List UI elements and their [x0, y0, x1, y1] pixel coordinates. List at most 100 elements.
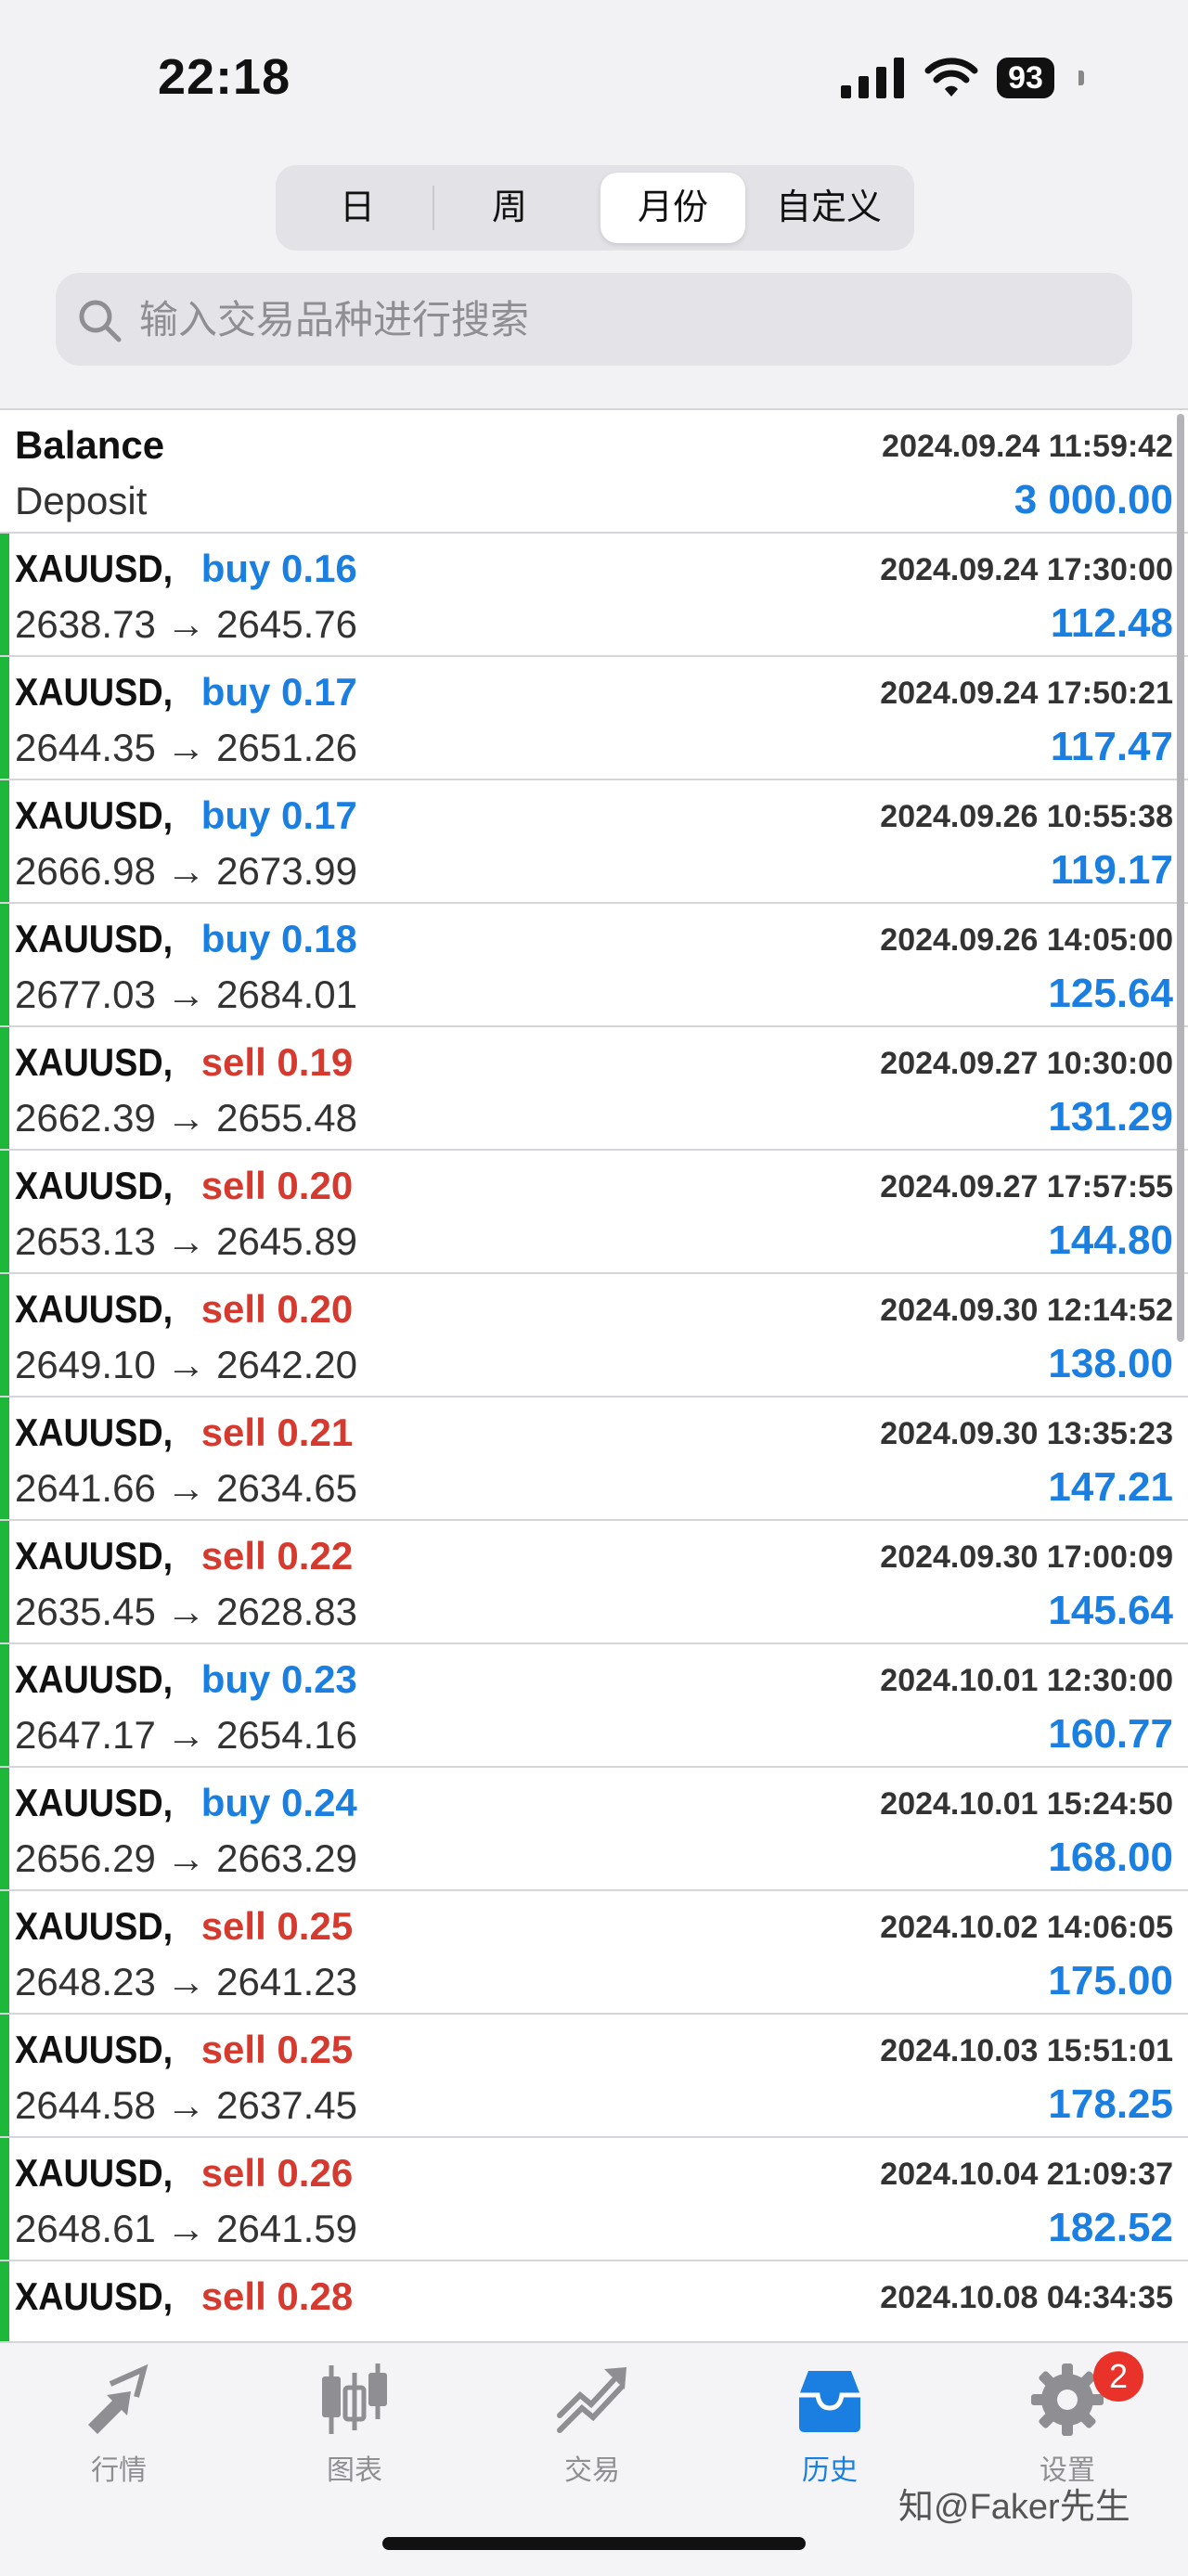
trade-symbol: XAUUSD,: [15, 1164, 174, 1207]
trade-date: 2024.09.30 13:35:23: [880, 1416, 1173, 1451]
trade-side: sell 0.19: [200, 1040, 354, 1084]
trade-profit: 131.29: [1048, 1094, 1173, 1140]
trade-side: buy 0.24: [200, 1781, 357, 1824]
search-icon: [79, 300, 122, 342]
tab-trade[interactable]: 交易: [509, 2360, 676, 2488]
tab-charts[interactable]: 图表: [271, 2360, 438, 2488]
trade-row[interactable]: XAUUSD, buy 0.18 2677.03 → 2684.01 2024.09…: [0, 904, 1188, 1027]
trade-symbol: XAUUSD,: [15, 670, 174, 714]
trade-row[interactable]: XAUUSD, buy 0.24 2656.29 → 2663.29 2024.10…: [0, 1768, 1188, 1891]
trade-symbol: XAUUSD,: [15, 2151, 174, 2195]
row-accent-bar: [0, 534, 9, 655]
tab-month[interactable]: 月份: [600, 173, 745, 243]
trade-symbol: XAUUSD,: [15, 1287, 174, 1331]
trade-icon: [557, 2367, 626, 2433]
row-accent-bar: [0, 1151, 9, 1272]
row-accent-bar: [0, 780, 9, 902]
trade-prices: 2656.29 → 2663.29: [15, 1836, 357, 1880]
tab-history[interactable]: 历史: [746, 2360, 913, 2488]
balance-subtitle: Deposit: [15, 479, 148, 522]
history-list[interactable]: Balance Deposit 2024.09.24 11:59:42 3 00…: [0, 408, 1188, 2343]
tab-label: 图表: [327, 2455, 382, 2486]
row-accent-bar: [0, 1397, 9, 1519]
trade-prices: 2638.73 → 2645.76: [15, 602, 357, 646]
row-accent-bar: [0, 657, 9, 779]
trade-side: buy 0.16: [200, 547, 357, 590]
period-segmented-control: 日 周 月份 自定义: [276, 165, 914, 251]
balance-row[interactable]: Balance Deposit 2024.09.24 11:59:42 3 00…: [0, 410, 1188, 534]
trade-date: 2024.09.30 12:14:52: [880, 1293, 1173, 1328]
trade-date: 2024.10.01 15:24:50: [880, 1786, 1173, 1822]
watermark: 知@Faker先生: [898, 2488, 1130, 2527]
balance-amount: 3 000.00: [1014, 477, 1173, 522]
trade-prices: 2666.98 → 2673.99: [15, 849, 357, 893]
trade-side: sell 0.25: [200, 1904, 354, 1948]
trade-date: 2024.10.01 12:30:00: [880, 1663, 1173, 1698]
tab-quotes[interactable]: 行情: [35, 2360, 202, 2488]
trade-row[interactable]: XAUUSD, sell 0.20 2649.10 → 2642.20 2024.0…: [0, 1274, 1188, 1397]
trade-date: 2024.09.30 17:00:09: [880, 1539, 1173, 1575]
battery-indicator: 93: [997, 58, 1054, 98]
trade-row[interactable]: XAUUSD, sell 0.19 2662.39 → 2655.48 2024.0…: [0, 1027, 1188, 1151]
trade-symbol: XAUUSD,: [15, 2274, 174, 2318]
status-time: 22:18: [158, 49, 291, 105]
trade-row[interactable]: XAUUSD, sell 0.21 2641.66 → 2634.65 2024.0…: [0, 1397, 1188, 1521]
row-accent-bar: [0, 1274, 9, 1396]
tab-label: 行情: [91, 2455, 147, 2486]
trade-profit: 147.21: [1048, 1464, 1173, 1510]
trade-row[interactable]: XAUUSD, sell 0.25 2648.23 → 2641.23 2024.1…: [0, 1891, 1188, 2015]
trade-row[interactable]: XAUUSD, buy 0.17 2666.98 → 2673.99 2024.09…: [0, 780, 1188, 904]
trade-row[interactable]: XAUUSD, sell 0.26 2648.61 → 2641.59 2024.1…: [0, 2138, 1188, 2261]
trade-profit: 160.77: [1048, 1711, 1173, 1757]
trade-prices: 2662.39 → 2655.48: [15, 1096, 357, 1140]
battery-tip: [1078, 71, 1084, 85]
trade-title: XAUUSD, sell 0.22: [15, 1534, 353, 1578]
trade-side: sell 0.28: [200, 2274, 354, 2318]
trade-symbol: XAUUSD,: [15, 2028, 174, 2071]
trade-symbol: XAUUSD,: [15, 1904, 174, 1948]
trade-row[interactable]: XAUUSD, sell 0.20 2653.13 → 2645.89 2024.0…: [0, 1151, 1188, 1274]
trade-title: XAUUSD, sell 0.25: [15, 2028, 353, 2072]
trade-side: buy 0.18: [200, 917, 357, 960]
trade-side: sell 0.20: [200, 1287, 354, 1331]
cellular-signal-icon: [841, 58, 904, 98]
trade-row[interactable]: XAUUSD, buy 0.17 2644.35 → 2651.26 2024.09…: [0, 657, 1188, 780]
row-accent-bar: [0, 1027, 9, 1149]
row-accent-bar: [0, 1521, 9, 1642]
trade-title: XAUUSD, buy 0.17: [15, 793, 357, 838]
trade-symbol: XAUUSD,: [15, 793, 174, 837]
trade-row[interactable]: XAUUSD, buy 0.16 2638.73 → 2645.76 2024.09…: [0, 534, 1188, 657]
tab-day[interactable]: 日: [283, 173, 432, 243]
segment-divider: [433, 186, 434, 230]
home-indicator[interactable]: [382, 2537, 806, 2550]
trade-row[interactable]: XAUUSD, buy 0.23 2647.17 → 2654.16 2024.10…: [0, 1644, 1188, 1768]
trade-prices: 2644.35 → 2651.26: [15, 726, 357, 769]
quotes-icon: [88, 2363, 148, 2434]
trade-profit: 145.64: [1048, 1588, 1173, 1633]
trade-symbol: XAUUSD,: [15, 547, 174, 590]
tab-custom[interactable]: 自定义: [751, 173, 907, 243]
trade-prices: 2649.10 → 2642.20: [15, 1343, 357, 1386]
header: 22:18 93 日 周 月份 自定义: [0, 0, 1188, 408]
trade-profit: 112.48: [1050, 600, 1173, 646]
trade-prices: 2648.23 → 2641.23: [15, 1960, 357, 2003]
trade-date: 2024.10.04 21:09:37: [880, 2157, 1173, 2192]
trade-profit: 125.64: [1048, 971, 1173, 1016]
tab-week[interactable]: 周: [435, 173, 584, 243]
trade-title: XAUUSD, sell 0.20: [15, 1164, 353, 1208]
trade-row[interactable]: XAUUSD, sell 0.25 2644.58 → 2637.45 2024.1…: [0, 2015, 1188, 2138]
trade-symbol: XAUUSD,: [15, 1534, 174, 1578]
trade-profit: 138.00: [1048, 1341, 1173, 1386]
trade-side: buy 0.23: [200, 1657, 357, 1701]
search-input[interactable]: [137, 273, 1106, 367]
trade-profit: 144.80: [1048, 1217, 1173, 1263]
row-accent-bar: [0, 2138, 9, 2260]
trade-date: 2024.10.03 15:51:01: [880, 2033, 1173, 2068]
trade-profit: 178.25: [1048, 2081, 1173, 2127]
trade-row[interactable]: XAUUSD, sell 0.28 2024.10.08 04:34:35: [0, 2261, 1188, 2343]
scrollbar[interactable]: [1177, 414, 1184, 1342]
trade-title: XAUUSD, buy 0.18: [15, 917, 357, 961]
search-bar: [56, 273, 1132, 367]
row-accent-bar: [0, 1644, 9, 1766]
trade-row[interactable]: XAUUSD, sell 0.22 2635.45 → 2628.83 2024.0…: [0, 1521, 1188, 1644]
